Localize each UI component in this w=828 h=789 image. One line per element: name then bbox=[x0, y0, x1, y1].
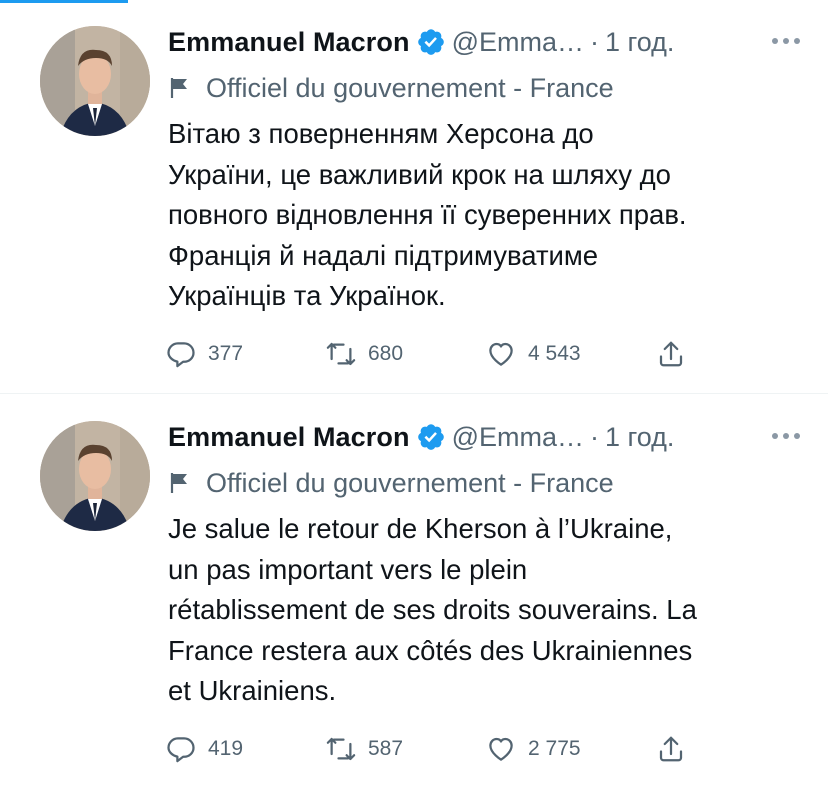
tweet-text-line: України, це важливий крок на шляху до bbox=[168, 158, 671, 190]
more-options-button[interactable] bbox=[768, 26, 804, 56]
avatar-photo bbox=[40, 421, 150, 531]
share-icon bbox=[659, 341, 683, 367]
government-flag-icon bbox=[170, 473, 187, 493]
separator-dot: · bbox=[589, 26, 599, 57]
tweet-timestamp[interactable]: 1 год. bbox=[605, 27, 674, 58]
tweet-card[interactable]: Emmanuel Macron @Emma… · 1 год. Officiel… bbox=[0, 0, 828, 394]
author-name[interactable]: Emmanuel Macron bbox=[168, 422, 410, 453]
tweet-timestamp[interactable]: 1 год. bbox=[605, 422, 674, 453]
more-options-icon bbox=[772, 38, 800, 44]
reply-count: 377 bbox=[208, 342, 244, 365]
like-count: 4 543 bbox=[528, 342, 581, 365]
tweet-text-line: Je salue le retour de Kherson à l’Ukrain… bbox=[168, 513, 673, 544]
retweet-icon bbox=[326, 737, 356, 761]
tweet-actions: 377 680 4 543 bbox=[166, 336, 686, 372]
verified-badge-icon bbox=[417, 424, 444, 450]
avatar[interactable] bbox=[40, 421, 150, 531]
account-label-text: Officiel du gouvernement - France bbox=[206, 467, 614, 498]
tweet-text-line: Франція й надалі підтримуватиме bbox=[168, 239, 599, 271]
tweet-text-line: rétablissement de ses droits souverains.… bbox=[168, 594, 697, 625]
tweet-card[interactable]: Emmanuel Macron @Emma… · 1 год. Officiel… bbox=[0, 395, 828, 789]
retweet-count: 680 bbox=[368, 342, 404, 365]
avatar[interactable] bbox=[40, 26, 150, 136]
verified-badge-icon bbox=[417, 29, 444, 55]
account-label-text: Officiel du gouvernement - France bbox=[206, 72, 614, 103]
like-button[interactable]: 4 543 bbox=[486, 339, 656, 369]
author-name[interactable]: Emmanuel Macron bbox=[168, 27, 410, 58]
government-account-label[interactable]: Officiel du gouvernement - France bbox=[168, 465, 614, 501]
tweet-text-line: et Ukrainiens. bbox=[168, 675, 337, 706]
heart-icon bbox=[489, 342, 513, 366]
reply-button[interactable]: 419 bbox=[166, 734, 326, 764]
more-options-button[interactable] bbox=[768, 421, 804, 451]
tweet-text-line: Вітаю з поверненням Херсона до bbox=[168, 118, 594, 149]
like-button[interactable]: 2 775 bbox=[486, 734, 656, 764]
tweet-text-line: France restera aux côtés des Ukrainienne… bbox=[168, 634, 693, 666]
author-handle[interactable]: @Emma… bbox=[452, 422, 584, 453]
tweet-text-line: Українців та Українок. bbox=[168, 280, 446, 311]
tweet-text-line: un pas important vers le plein bbox=[168, 553, 528, 585]
government-account-label[interactable]: Officiel du gouvernement - France bbox=[168, 70, 614, 106]
retweet-button[interactable]: 680 bbox=[326, 339, 486, 369]
tweet-header: Emmanuel Macron @Emma… · 1 год. bbox=[168, 417, 808, 457]
retweet-button[interactable]: 587 bbox=[326, 734, 486, 764]
more-options-icon bbox=[772, 433, 800, 439]
reply-icon bbox=[167, 342, 195, 368]
share-button[interactable] bbox=[656, 339, 686, 369]
retweet-icon bbox=[326, 342, 356, 366]
tweet-text-line: повного відновлення її суверенних прав. bbox=[168, 199, 687, 230]
tweet-header: Emmanuel Macron @Emma… · 1 год. bbox=[168, 22, 808, 62]
tweet-actions: 419 587 2 775 bbox=[166, 731, 686, 767]
tweet-text: Je salue le retour de Kherson à l’Ukrain… bbox=[168, 509, 808, 712]
like-count: 2 775 bbox=[528, 737, 581, 760]
share-button[interactable] bbox=[656, 734, 686, 764]
retweet-count: 587 bbox=[368, 737, 404, 760]
author-handle[interactable]: @Emma… bbox=[452, 27, 584, 58]
government-flag-icon bbox=[170, 78, 187, 98]
share-icon bbox=[659, 736, 683, 762]
separator-dot: · bbox=[589, 421, 599, 452]
tweet-text: Вітаю з поверненням Херсона до України, … bbox=[168, 114, 808, 317]
reply-button[interactable]: 377 bbox=[166, 339, 326, 369]
heart-icon bbox=[489, 737, 513, 761]
reply-icon bbox=[167, 737, 195, 763]
reply-count: 419 bbox=[208, 737, 244, 760]
avatar-photo bbox=[40, 26, 150, 136]
